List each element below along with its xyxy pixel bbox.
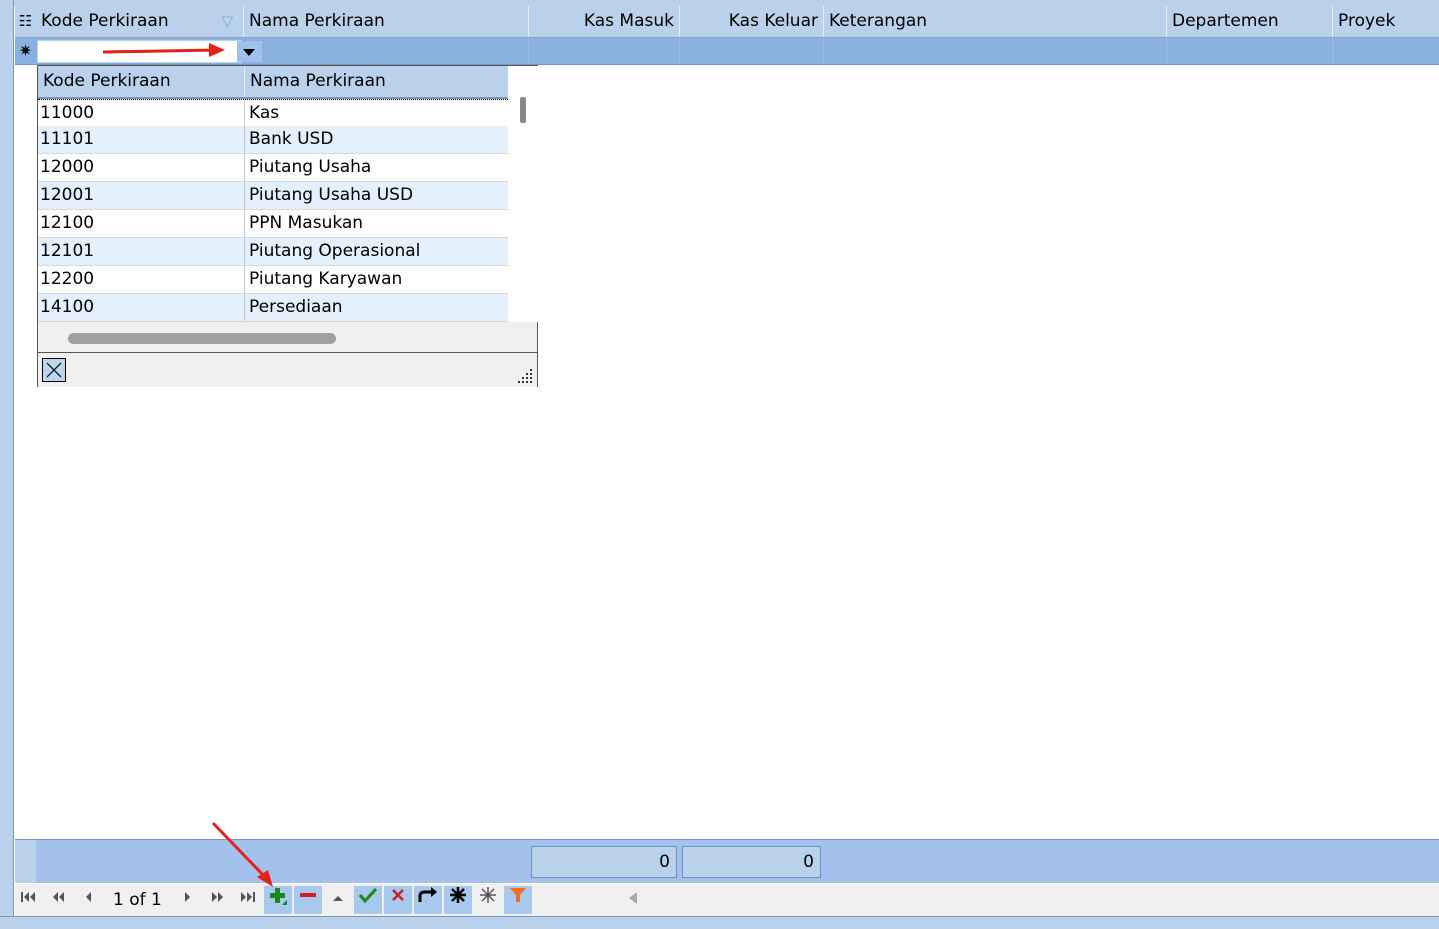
lookup-column-header-kode[interactable]: Kode Perkiraan	[38, 66, 245, 97]
lookup-cell-kode: 12200	[38, 266, 245, 293]
lookup-cell-nama: Piutang Usaha	[249, 157, 372, 177]
lookup-row[interactable]: 12101 Piutang Operasional	[38, 238, 508, 266]
column-header-label: Kode Perkiraan	[41, 11, 169, 31]
lookup-cell-kode: 12000	[38, 154, 245, 181]
minus-icon	[300, 893, 316, 897]
lookup-cell-nama: PPN Masukan	[249, 213, 364, 233]
edit-record-button[interactable]	[324, 886, 352, 914]
refresh-button[interactable]	[414, 886, 442, 914]
grid-footer-totals: 0 0	[15, 839, 1439, 883]
first-record-button[interactable]	[15, 886, 43, 914]
scroll-left-arrow-icon[interactable]	[629, 892, 637, 904]
cell-nama-perkiraan[interactable]	[244, 38, 529, 64]
column-header-kas-keluar[interactable]: Kas Keluar	[680, 6, 824, 37]
cell-kas-keluar[interactable]	[680, 38, 824, 64]
lookup-footer	[38, 352, 537, 387]
cancel-edit-button[interactable]	[384, 886, 412, 914]
prev-icon	[86, 892, 91, 902]
lookup-row[interactable]: 12200 Piutang Karyawan	[38, 266, 508, 294]
asterisk-icon	[450, 887, 466, 903]
kode-perkiraan-combo-input[interactable]	[37, 40, 262, 63]
total-kas-keluar: 0	[682, 846, 821, 878]
filter-icon[interactable]: ▽	[221, 6, 233, 37]
cell-departemen[interactable]	[1167, 38, 1333, 64]
goto-bookmark-button[interactable]	[474, 886, 502, 914]
footer-indicator	[15, 840, 36, 883]
window-bottom-border	[0, 916, 1439, 929]
cell-kas-masuk[interactable]	[529, 38, 680, 64]
column-header-label: Kas Masuk	[583, 11, 674, 31]
lookup-cell-nama: Bank USD	[249, 129, 334, 149]
column-header-proyek[interactable]: Proyek	[1333, 6, 1439, 37]
lookup-cell-kode: 14100	[38, 294, 245, 321]
column-header-label: Keterangan	[829, 11, 928, 31]
save-bookmark-button[interactable]	[444, 886, 472, 914]
lookup-row[interactable]: 12000 Piutang Usaha	[38, 154, 508, 182]
lookup-vertical-scroll-thumb[interactable]	[520, 97, 526, 123]
append-record-button[interactable]	[264, 886, 292, 914]
column-header-label: Nama Perkiraan	[249, 11, 385, 31]
total-kas-masuk: 0	[531, 846, 677, 878]
column-chooser-icon[interactable]: ☷	[15, 6, 36, 37]
last-record-button[interactable]	[233, 886, 261, 914]
lookup-cell-kode: 12100	[38, 210, 245, 237]
lookup-row[interactable]: 11000 Kas	[38, 99, 508, 127]
next-page-button[interactable]	[203, 886, 231, 914]
cell-proyek[interactable]	[1333, 38, 1439, 64]
last-icon	[241, 892, 255, 902]
lookup-row[interactable]: 12001 Piutang Usaha USD	[38, 182, 508, 210]
lookup-horizontal-scroll-thumb[interactable]	[68, 333, 336, 344]
lookup-cell-kode: 12101	[38, 238, 245, 265]
close-popup-button[interactable]	[42, 358, 66, 382]
cancel-x-icon	[392, 889, 404, 901]
column-header-kode-perkiraan[interactable]: Kode Perkiraan ▽	[36, 6, 244, 37]
next-icon	[185, 892, 190, 902]
lookup-cell-nama: Kas	[249, 103, 280, 123]
funnel-icon	[510, 888, 526, 902]
new-row[interactable]: ✷	[15, 38, 1439, 65]
redo-arrow-icon	[418, 887, 437, 902]
filter-button[interactable]	[504, 886, 532, 914]
post-record-button[interactable]	[354, 886, 382, 914]
prev-page-icon	[53, 892, 64, 902]
next-record-button[interactable]	[173, 886, 201, 914]
close-icon	[46, 362, 62, 378]
lookup-cell-kode: 11101	[38, 126, 245, 153]
lookup-column-header-nama[interactable]: Nama Perkiraan	[245, 66, 508, 97]
lookup-cell-nama: Persediaan	[249, 297, 343, 317]
lookup-row[interactable]: 11101 Bank USD	[38, 126, 508, 154]
first-icon	[21, 892, 35, 902]
edit-up-icon	[333, 896, 343, 901]
next-page-icon	[212, 892, 223, 902]
bookmark-asterisk-icon	[480, 887, 496, 903]
record-navigator: 1 of 1	[15, 884, 1439, 916]
column-header-departemen[interactable]: Departemen	[1167, 6, 1333, 37]
lookup-cell-nama: Piutang Operasional	[249, 241, 421, 261]
resize-grip-icon[interactable]	[517, 368, 533, 384]
column-header-label: Departemen	[1172, 11, 1279, 31]
lookup-dropdown-popup: Kode Perkiraan Nama Perkiraan 11000 Kas …	[37, 65, 538, 387]
lookup-cell-kode: 12001	[38, 182, 245, 209]
record-position-text: 1 of 1	[113, 890, 162, 910]
prev-page-button[interactable]	[45, 886, 73, 914]
lookup-header: Kode Perkiraan Nama Perkiraan	[38, 66, 508, 99]
lookup-row[interactable]: 12100 PPN Masukan	[38, 210, 508, 238]
add-icon	[270, 888, 287, 905]
column-header-keterangan[interactable]: Keterangan	[824, 6, 1167, 37]
column-header-label: Proyek	[1338, 11, 1396, 31]
new-row-indicator-icon: ✷	[18, 41, 33, 60]
delete-record-button[interactable]	[294, 886, 322, 914]
lookup-cell-nama: Piutang Usaha USD	[249, 185, 414, 205]
column-header-nama-perkiraan[interactable]: Nama Perkiraan	[244, 6, 529, 37]
lookup-row[interactable]: 14100 Persediaan	[38, 294, 508, 322]
grid-header: ☷ Kode Perkiraan ▽ Nama Perkiraan Kas Ma…	[15, 6, 1439, 38]
cell-keterangan[interactable]	[824, 38, 1167, 64]
checkmark-icon	[358, 887, 378, 904]
lookup-cell-nama: Piutang Karyawan	[249, 269, 403, 289]
prev-record-button[interactable]	[75, 886, 103, 914]
column-header-kas-masuk[interactable]: Kas Masuk	[529, 6, 680, 37]
column-header-label: Kas Keluar	[728, 11, 818, 31]
lookup-cell-kode: 11000	[38, 100, 245, 127]
grid-left-border	[0, 0, 14, 929]
